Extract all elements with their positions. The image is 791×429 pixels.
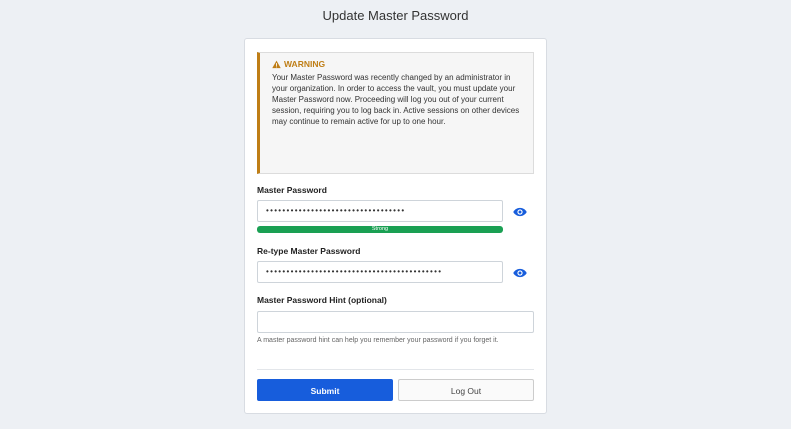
warning-heading: WARNING [272, 59, 523, 69]
password-hint-label: Master Password Hint (optional) [257, 295, 387, 305]
master-password-label: Master Password [257, 185, 327, 195]
page-title: Update Master Password [322, 8, 469, 23]
submit-button[interactable]: Submit [257, 379, 393, 401]
warning-triangle-icon [272, 60, 281, 68]
warning-callout: WARNING Your Master Password was recentl… [257, 52, 534, 174]
master-password-input[interactable]: •••••••••••••••••••••••••••••••••• [257, 200, 503, 222]
retype-password-input[interactable]: ••••••••••••••••••••••••••••••••••••••••… [257, 261, 503, 283]
eye-icon[interactable] [513, 207, 527, 217]
warning-heading-text: WARNING [284, 59, 326, 69]
password-strength-label: Strong [257, 226, 503, 233]
password-hint-input[interactable] [257, 311, 534, 333]
warning-body: Your Master Password was recently change… [272, 73, 520, 126]
retype-password-label: Re-type Master Password [257, 246, 361, 256]
divider [257, 369, 534, 370]
password-hint-help-text: A master password hint can help you reme… [257, 337, 499, 344]
log-out-button[interactable]: Log Out [398, 379, 534, 401]
password-strength-meter: Strong [257, 226, 503, 233]
update-password-card: WARNING Your Master Password was recentl… [244, 38, 547, 414]
eye-icon[interactable] [513, 268, 527, 278]
